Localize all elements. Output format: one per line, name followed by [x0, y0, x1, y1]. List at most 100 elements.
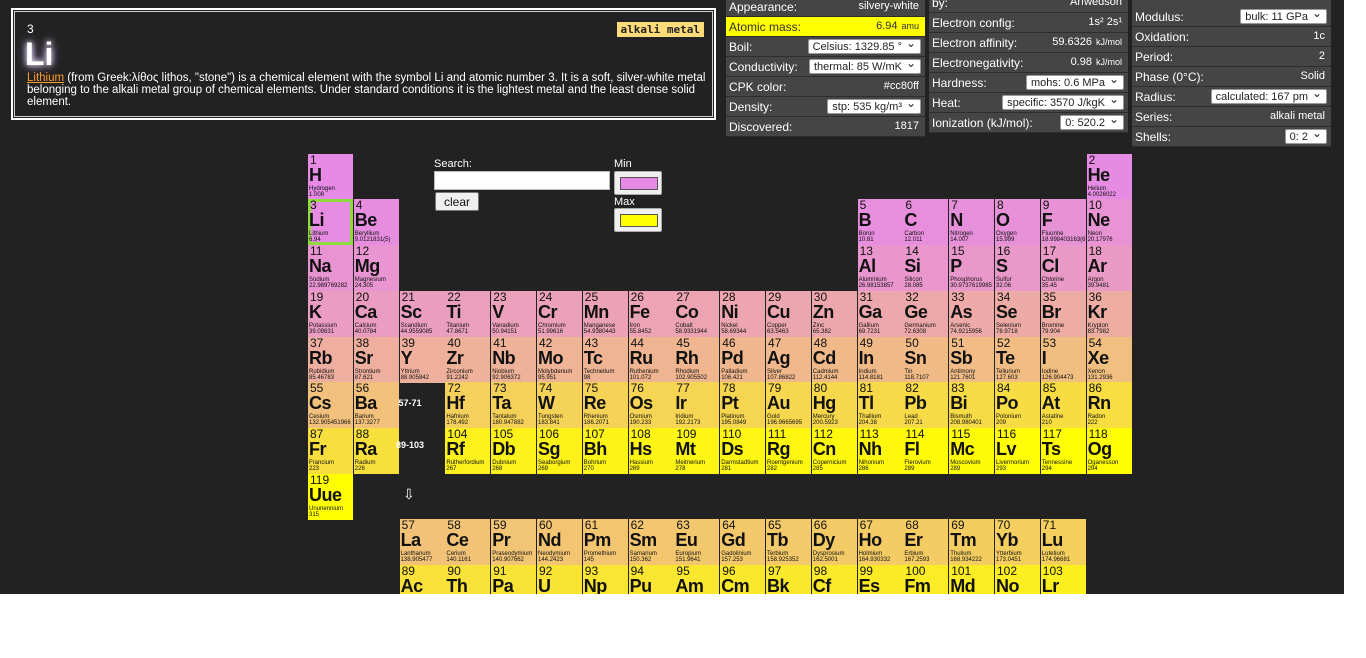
- property-select[interactable]: stp: 535 kg/m³: [827, 96, 921, 114]
- element-cell-mn[interactable]: 25 Mn Manganese 54.9380443: [582, 291, 628, 337]
- element-cell-br[interactable]: 35 Br Bromine 79.904: [1040, 291, 1086, 337]
- element-cell-te[interactable]: 52 Te Tellurium 127.603: [995, 337, 1040, 383]
- property-select[interactable]: calculated: 167 pm: [1210, 86, 1327, 104]
- search-input[interactable]: [434, 171, 610, 190]
- element-cell-cm[interactable]: 96CmCurium247: [720, 565, 766, 594]
- element-cell-tb[interactable]: 65 Tb Terbium 158.925352: [766, 519, 811, 565]
- element-cell-md[interactable]: 101MdMendelevium258: [949, 565, 995, 594]
- element-cell-in[interactable]: 49 In Indium 114.8181: [857, 337, 903, 383]
- element-cell-v[interactable]: 23 V Vanadium 50.94151: [491, 291, 537, 337]
- element-cell-mg[interactable]: 12 Mg Magnesium 24.305: [353, 245, 399, 291]
- element-cell-np[interactable]: 93NpNeptunium237: [582, 565, 628, 594]
- element-cell-k[interactable]: 19 K Potassium 39.09831: [308, 291, 353, 337]
- element-cell-ir[interactable]: 77 Ir Iridium 192.2173: [674, 382, 720, 428]
- element-cell-pa[interactable]: 91PaProtactinium231.03588: [491, 565, 537, 594]
- element-cell-ru[interactable]: 44 Ru Ruthenium 101.072: [628, 337, 674, 383]
- element-cell-ga[interactable]: 31 Ga Gallium 69.7231: [857, 291, 903, 337]
- element-cell-h[interactable]: 1 H Hydrogen 1.008: [308, 154, 353, 200]
- element-cell-al[interactable]: 13 Al Aluminium 26.98153857: [857, 245, 903, 291]
- element-cell-ce[interactable]: 58 Ce Cerium 140.1161: [445, 519, 491, 565]
- element-cell-cf[interactable]: 98CfCalifornium251: [811, 565, 857, 594]
- element-cell-y[interactable]: 39 Y Yttrium 88.905842: [399, 337, 445, 383]
- element-cell-la[interactable]: 57 La Lanthanum 138.905477: [399, 519, 445, 565]
- element-cell-he[interactable]: 2 He Helium 4.0026022: [1086, 154, 1132, 200]
- element-cell-ne[interactable]: 10 Ne Neon 20.17976: [1086, 199, 1132, 245]
- element-cell-s[interactable]: 16 S Sulfur 32.06: [995, 245, 1040, 291]
- element-cell-lu[interactable]: 71 Lu Lutetium 174.96681: [1040, 519, 1086, 565]
- element-cell-as[interactable]: 33 As Arsenic 74.9215956: [949, 291, 995, 337]
- element-cell-tc[interactable]: 43 Tc Technetium 98: [582, 337, 628, 383]
- property-select[interactable]: Celsius: 1329.85 °: [807, 36, 921, 54]
- element-cell-yb[interactable]: 70 Yb Ytterbium 173.0451: [995, 519, 1040, 565]
- element-cell-ag[interactable]: 47 Ag Silver 107.86822: [766, 337, 811, 383]
- element-cell-cu[interactable]: 29 Cu Copper 63.5463: [766, 291, 811, 337]
- property-select[interactable]: bulk: 11 GPa: [1240, 6, 1327, 24]
- element-cell-c[interactable]: 6 C Carbon 12.011: [903, 199, 949, 245]
- element-cell-bi[interactable]: 83 Bi Bismuth 208.980401: [949, 382, 995, 428]
- element-cell-f[interactable]: 9 F Fluorine 18.998403163(6): [1040, 199, 1086, 245]
- element-cell-se[interactable]: 34 Se Selenium 78.9718: [995, 291, 1040, 337]
- element-cell-ds[interactable]: 110 Ds Darmstadtium 281: [720, 428, 766, 474]
- element-cell-fl[interactable]: 114 Fl Flerovium 289: [903, 428, 949, 474]
- element-cell-fm[interactable]: 100FmFermium257: [903, 565, 949, 594]
- element-cell-si[interactable]: 14 Si Silicon 28.085: [903, 245, 949, 291]
- element-cell-am[interactable]: 95AmAmericium243: [674, 565, 720, 594]
- property-select[interactable]: specific: 3570 J/kgK: [1002, 92, 1124, 110]
- element-cell-th[interactable]: 90ThThorium232.0377: [445, 565, 491, 594]
- element-cell-be[interactable]: 4 Be Beryllium 9.0121831(5): [353, 199, 399, 245]
- element-cell-nb[interactable]: 41 Nb Niobium 92.906372: [491, 337, 537, 383]
- property-select[interactable]: thermal: 85 W/mK: [808, 56, 921, 74]
- element-cell-rn[interactable]: 86 Rn Radon 222: [1086, 382, 1132, 428]
- min-color-picker[interactable]: [614, 171, 662, 195]
- element-cell-rg[interactable]: 111 Rg Roentgenium 282: [766, 428, 811, 474]
- element-cell-hg[interactable]: 80 Hg Mercury 200.5923: [811, 382, 857, 428]
- element-cell-rf[interactable]: 104 Rf Rutherfordium 267: [445, 428, 491, 474]
- element-cell-kr[interactable]: 36 Kr Krypton 83.7982: [1086, 291, 1132, 337]
- element-cell-bk[interactable]: 97BkBerkelium247: [766, 565, 811, 594]
- element-cell-db[interactable]: 105 Db Dubnium 268: [491, 428, 537, 474]
- element-cell-hf[interactable]: 72 Hf Hafnium 178.492: [445, 382, 491, 428]
- element-name-link[interactable]: Lithium: [27, 72, 64, 84]
- element-cell-sg[interactable]: 106 Sg Seaborgium 269: [537, 428, 582, 474]
- element-cell-cd[interactable]: 48 Cd Cadmium 112.4144: [811, 337, 857, 383]
- element-cell-mc[interactable]: 115 Mc Moscovium 289: [949, 428, 995, 474]
- element-cell-na[interactable]: 11 Na Sodium 22.989769282: [308, 245, 353, 291]
- element-cell-n[interactable]: 7 N Nitrogen 14.007: [949, 199, 995, 245]
- element-cell-nh[interactable]: 113 Nh Nihonium 286: [857, 428, 903, 474]
- element-cell-po[interactable]: 84 Po Polonium 209: [995, 382, 1040, 428]
- element-cell-co[interactable]: 27 Co Cobalt 58.9331944: [674, 291, 720, 337]
- element-cell-nd[interactable]: 60 Nd Neodymium 144.2423: [537, 519, 582, 565]
- element-cell-tm[interactable]: 69 Tm Thulium 168.934222: [949, 519, 995, 565]
- property-select[interactable]: mohs: 0.6 MPa: [1026, 72, 1124, 90]
- element-cell-ts[interactable]: 117 Ts Tennessine 294: [1040, 428, 1086, 474]
- element-cell-zr[interactable]: 40 Zr Zirconium 91.2242: [445, 337, 491, 383]
- element-cell-au[interactable]: 79 Au Gold 196.9665695: [766, 382, 811, 428]
- element-cell-sn[interactable]: 50 Sn Tin 118.7107: [903, 337, 949, 383]
- down-arrow-icon[interactable]: ⇩: [403, 486, 415, 503]
- element-cell-xe[interactable]: 54 Xe Xenon 131.2936: [1086, 337, 1132, 383]
- property-select[interactable]: 0: 520.2: [1060, 112, 1124, 130]
- element-cell-i[interactable]: 53 I Iodine 126.904473: [1040, 337, 1086, 383]
- element-cell-pr[interactable]: 59 Pr Praseodymium 140.907662: [491, 519, 537, 565]
- element-cell-w[interactable]: 74 W Tungsten 183.841: [537, 382, 582, 428]
- element-cell-tl[interactable]: 81 Tl Thallium 204.38: [857, 382, 903, 428]
- element-cell-sb[interactable]: 51 Sb Antimony 121.7601: [949, 337, 995, 383]
- element-cell-o[interactable]: 8 O Oxygen 15.999: [995, 199, 1040, 245]
- element-cell-ho[interactable]: 67 Ho Holmium 164.930332: [857, 519, 903, 565]
- element-cell-uue[interactable]: 119 Uue Ununennium 315: [308, 474, 353, 520]
- element-cell-u[interactable]: 92UUranium238.02891: [537, 565, 582, 594]
- element-cell-li[interactable]: 3 Li Lithium 6.94: [308, 199, 353, 245]
- element-cell-hs[interactable]: 108 Hs Hassium 269: [628, 428, 674, 474]
- element-cell-no[interactable]: 102NoNobelium259: [995, 565, 1040, 594]
- element-cell-bh[interactable]: 107 Bh Bohrium 270: [582, 428, 628, 474]
- element-cell-cn[interactable]: 112 Cn Copernicium 285: [811, 428, 857, 474]
- property-select[interactable]: 0: 2: [1284, 126, 1327, 144]
- element-cell-mo[interactable]: 42 Mo Molybdenum 95.951: [537, 337, 582, 383]
- element-cell-ac[interactable]: 89AcActinium227: [399, 565, 445, 594]
- element-cell-b[interactable]: 5 B Boron 10.81: [857, 199, 903, 245]
- element-cell-pm[interactable]: 61 Pm Promethium 145: [582, 519, 628, 565]
- max-color-picker[interactable]: [614, 208, 662, 232]
- element-cell-cs[interactable]: 55 Cs Cesium 132.905451966: [308, 382, 353, 428]
- element-cell-sr[interactable]: 38 Sr Strontium 87.621: [353, 337, 399, 383]
- element-cell-rh[interactable]: 45 Rh Rhodium 102.905502: [674, 337, 720, 383]
